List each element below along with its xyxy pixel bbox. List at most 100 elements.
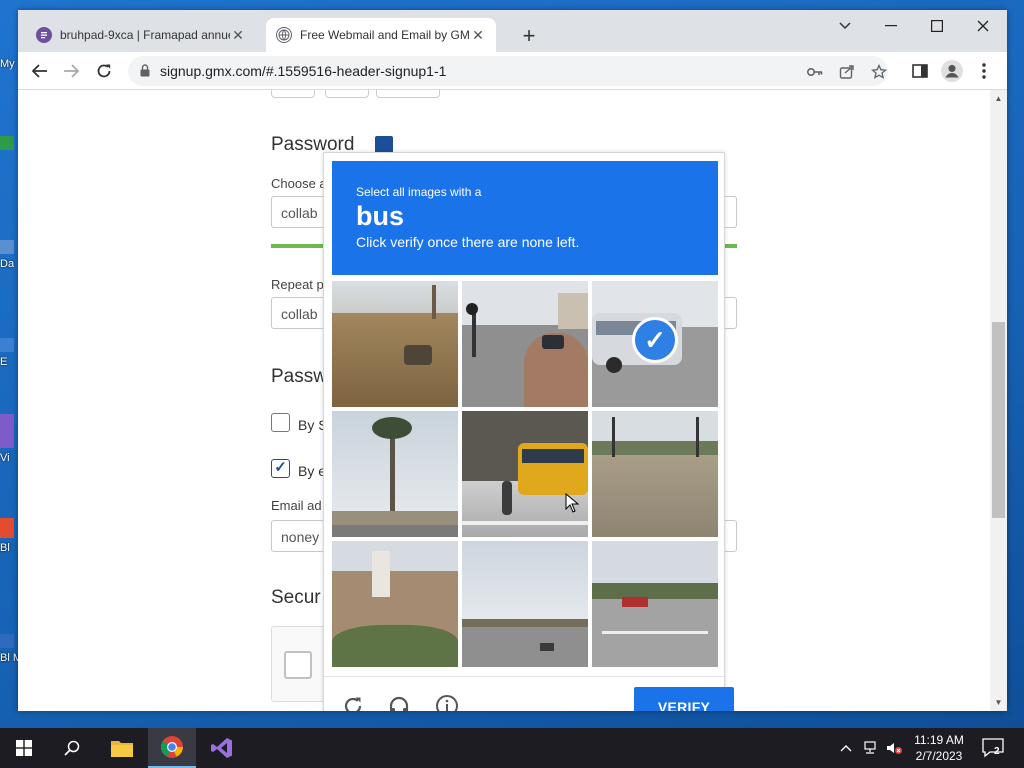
challenge-tile-1[interactable] [332,281,458,407]
scroll-down-arrow-icon[interactable]: ▼ [990,694,1007,711]
close-tab-icon[interactable]: ✕ [470,27,486,44]
tab-gmx[interactable]: Free Webmail and Email by GMX ✕ [266,18,496,52]
choose-password-label: Choose a [271,176,327,191]
help-info-icon[interactable] [434,693,460,711]
globe-icon [276,27,292,43]
network-icon[interactable] [862,740,878,756]
challenge-instruction: Select all images with a [356,185,482,199]
date-field[interactable] [325,90,369,98]
desktop-icon-label: My [0,58,15,70]
challenge-footer: VERIFY [324,676,734,711]
visual-studio-icon[interactable] [198,728,246,768]
key-icon[interactable] [806,63,824,81]
search-icon[interactable] [48,728,96,768]
desktop-icon-label: Bl [0,542,10,554]
challenge-tile-6[interactable] [592,411,718,537]
desktop-icon-vi[interactable]: Vi [0,414,18,464]
scroll-thumb[interactable] [992,322,1005,518]
app-icon [0,518,14,538]
email-address-label: Email ad [271,498,322,513]
challenge-tile-8[interactable] [462,541,588,667]
app-icon [0,338,14,352]
system-clock[interactable]: 11:19 AM 2/7/2023 [904,732,974,764]
clock-date: 2/7/2023 [915,749,963,763]
password-value: collab [281,205,318,221]
close-tab-icon[interactable]: ✕ [230,27,246,44]
password-recovery-heading: Passw [271,366,327,387]
recaptcha-checkbox[interactable] [284,651,312,679]
notification-count: 2 [994,746,1000,757]
security-heading: Secur [271,587,321,608]
back-arrow-icon[interactable] [28,59,52,83]
challenge-tile-3-selected[interactable]: ✓ [592,281,718,407]
app-icon [0,136,14,150]
tab-title: bruhpad-9xca | Framapad annuel [60,28,230,42]
profile-avatar-icon[interactable] [940,59,964,83]
date-field[interactable] [271,90,315,98]
page-scrollbar[interactable]: ▲ ▼ [990,90,1007,711]
start-windows-icon[interactable] [0,728,48,768]
bookmark-star-icon[interactable] [870,63,888,81]
framapad-favicon-icon [36,27,52,43]
browser-window: bruhpad-9xca | Framapad annuel ✕ Free We… [18,10,1007,711]
url-text: signup.gmx.com/#.1559516-header-signup1-… [160,63,447,79]
minimize-icon[interactable] [868,10,914,42]
repeat-password-value: collab [281,306,318,322]
forward-arrow-icon[interactable] [59,59,83,83]
browser-menu-icon[interactable] [972,59,996,83]
repeat-password-label: Repeat p [271,277,324,292]
tab-search-chevron-icon[interactable] [822,10,868,42]
new-tab-icon[interactable]: + [517,23,541,49]
challenge-target-word: bus [356,201,405,231]
desktop-icon[interactable] [0,136,18,154]
show-hidden-icons-chevron-icon[interactable] [838,740,854,756]
app-icon [0,634,14,648]
close-window-icon[interactable] [960,10,1006,42]
desktop-icon-label: Bl M [0,652,18,664]
desktop-icon-data[interactable]: Da [0,240,18,270]
recaptcha-challenge: Select all images with a bus Click verif… [323,152,734,711]
reload-challenge-icon[interactable] [340,693,366,711]
clock-time: 11:19 AM [914,733,964,747]
selected-check-icon: ✓ [632,317,678,363]
notification-center-icon[interactable]: 2 [982,738,1006,760]
maximize-icon[interactable] [914,10,960,42]
tab-framapad[interactable]: bruhpad-9xca | Framapad annuel ✕ [26,18,256,52]
audio-challenge-icon[interactable] [386,693,412,711]
challenge-tile-7[interactable] [332,541,458,667]
by-sms-checkbox[interactable] [271,413,290,432]
desktop-icon-my-computer[interactable]: My [0,58,18,70]
by-email-label: By e [298,463,327,479]
verify-button[interactable]: VERIFY [634,687,734,711]
browser-toolbar: signup.gmx.com/#.1559516-header-signup1-… [18,52,1007,90]
desktop-icon-e[interactable]: E [0,338,18,368]
share-icon[interactable] [838,63,856,81]
app-icon [0,414,14,448]
taskbar: 11:19 AM 2/7/2023 2 [0,728,1024,768]
desktop-icon-label: E [0,356,8,368]
mouse-cursor-icon [565,493,579,513]
by-email-checkbox[interactable]: ✓ [271,459,290,478]
file-explorer-icon[interactable] [98,728,146,768]
challenge-header: Select all images with a bus Click verif… [332,161,718,275]
tab-title: Free Webmail and Email by GMX [300,28,470,42]
challenge-verify-hint: Click verify once there are none left. [356,234,580,250]
desktop-icon-bl[interactable]: Bl [0,518,18,554]
desktop-icon-label: Vi [0,452,10,464]
address-bar[interactable]: signup.gmx.com/#.1559516-header-signup1-… [128,56,888,86]
challenge-tile-9[interactable] [592,541,718,667]
challenge-tile-4[interactable] [332,411,458,537]
reload-icon[interactable] [92,59,116,83]
page-content: Password Choose a collab Repeat p collab… [18,90,990,711]
scroll-up-arrow-icon[interactable]: ▲ [990,90,1007,107]
volume-muted-icon[interactable] [886,740,902,756]
email-address-value: noney [281,529,320,545]
tab-strip: bruhpad-9xca | Framapad annuel ✕ Free We… [18,10,1007,52]
desktop-icon-bl-m[interactable]: Bl M [0,634,18,664]
side-panel-icon[interactable] [908,59,932,83]
challenge-tile-2[interactable] [462,281,588,407]
date-field[interactable] [376,90,440,98]
desktop-icon-label: Da [0,258,15,270]
challenge-tile-5[interactable] [462,411,588,537]
chrome-icon[interactable] [148,728,196,768]
